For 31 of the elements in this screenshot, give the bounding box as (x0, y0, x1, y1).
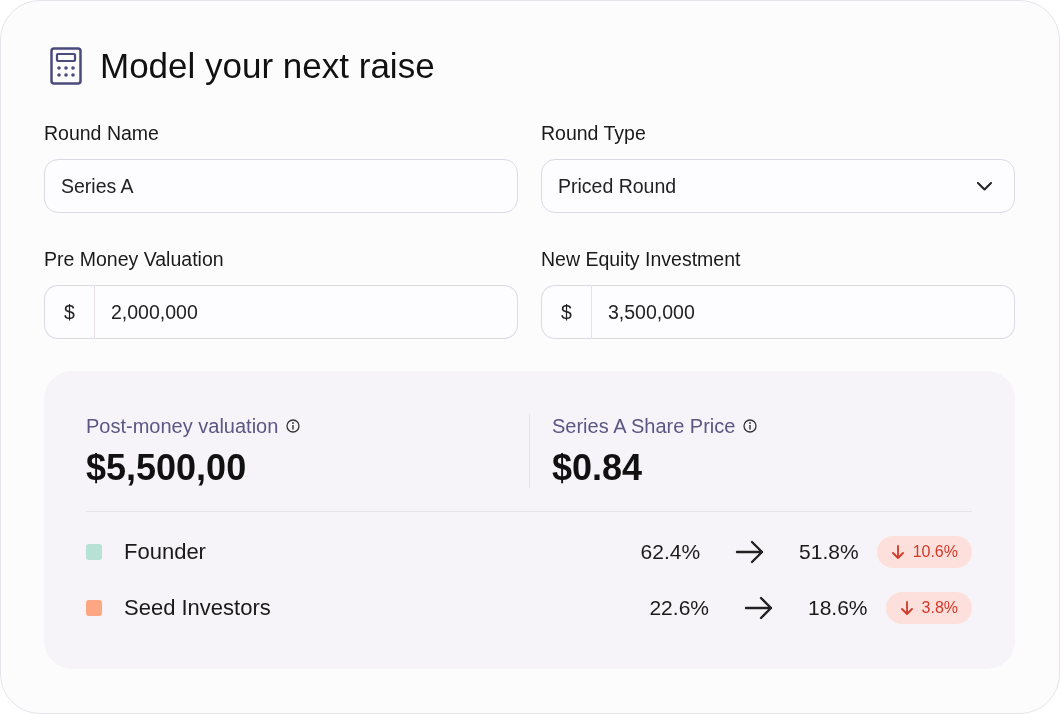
info-icon[interactable] (743, 419, 758, 433)
metric-label: Post-money valuation (86, 414, 279, 438)
metric-value: $0.84 (552, 448, 643, 488)
change-badge: 3.8% (885, 592, 972, 624)
metric-value: $5,500,00 (86, 448, 247, 488)
text-input[interactable]: Series A (44, 159, 518, 213)
ownership-after: 51.8% (799, 540, 859, 564)
amount-input[interactable]: 2,000,000 (95, 285, 518, 339)
arrow-right-icon (744, 596, 774, 620)
dropdown-select[interactable]: Priced Round (541, 159, 1015, 213)
field-label: Round Name (44, 122, 159, 144)
metric-label: Series A Share Price (552, 414, 736, 438)
page-title: Model your next raise (100, 46, 435, 86)
ownership-after: 18.6% (808, 596, 868, 620)
ownership-before: 62.4% (640, 540, 701, 564)
holder-name: Seed Investors (124, 595, 271, 621)
amount-input[interactable]: 3,500,000 (592, 285, 1015, 339)
field-label: Pre Money Valuation (44, 248, 224, 270)
field-label: Round Type (541, 122, 646, 144)
field-label: New Equity Investment (541, 248, 741, 270)
ownership-before: 22.6% (649, 596, 709, 620)
arrow-right-icon (735, 540, 766, 564)
change-badge: 10.6% (876, 536, 972, 568)
holder-name: Founder (124, 539, 206, 565)
arrow-down-icon (890, 545, 905, 559)
chevron-down-icon (977, 181, 992, 191)
info-icon[interactable] (286, 419, 301, 433)
currency-prefix: $ (541, 285, 592, 339)
currency-prefix: $ (44, 285, 95, 339)
arrow-down-icon (899, 601, 914, 615)
calculator-icon (50, 47, 82, 85)
